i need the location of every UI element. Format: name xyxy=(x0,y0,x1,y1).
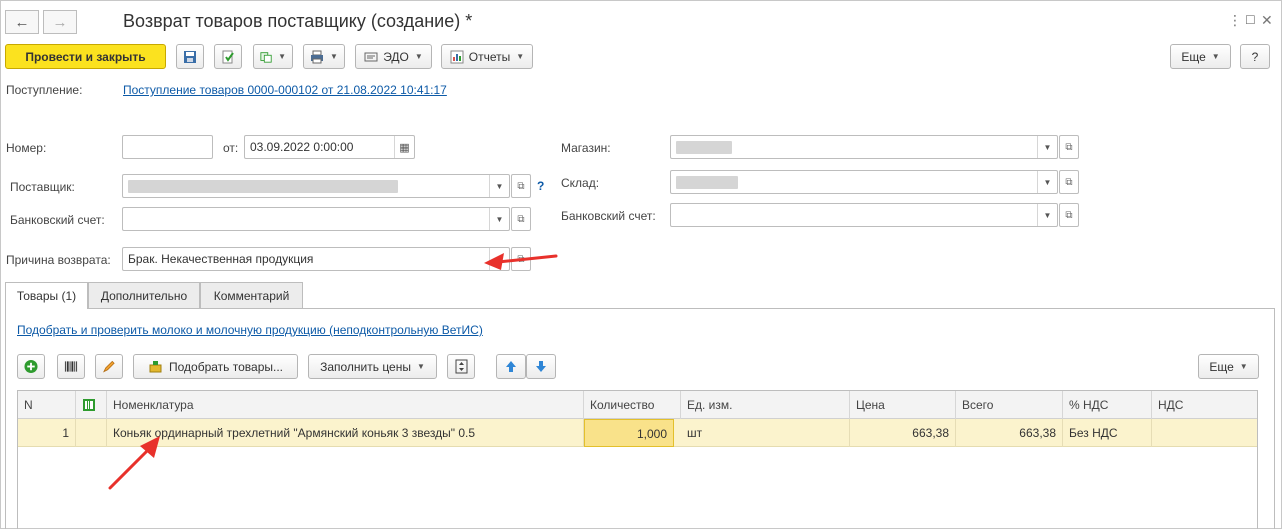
annotation-arrows xyxy=(108,253,558,490)
annotation-arrow-reason xyxy=(484,253,558,270)
annotation-arrow-item xyxy=(108,436,160,490)
